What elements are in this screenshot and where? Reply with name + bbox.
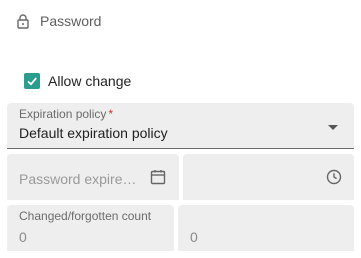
password-section-header: Password <box>16 10 101 32</box>
expiration-policy-select[interactable]: Expiration policy * Default expiration po… <box>7 103 354 149</box>
allow-change-label[interactable]: Allow change <box>48 73 131 89</box>
allow-change-row[interactable]: Allow change <box>24 71 131 91</box>
changed-count-value: 0 <box>19 229 27 245</box>
calendar-icon[interactable] <box>150 169 166 185</box>
expiration-policy-value: Default expiration policy <box>19 125 168 141</box>
required-mark: * <box>108 107 114 121</box>
password-settings-panel: Password Allow change Expiration policy *… <box>0 0 361 258</box>
forgotten-count-field: 0 <box>178 205 354 251</box>
allow-change-checkbox[interactable] <box>24 73 40 89</box>
clock-icon[interactable] <box>326 169 342 185</box>
section-title: Password <box>40 13 102 29</box>
password-expires-time-field[interactable] <box>183 154 354 200</box>
password-expires-date-field[interactable]: Password expires ... <box>7 154 179 200</box>
password-expires-placeholder: Password expires ... <box>19 171 143 187</box>
lock-icon <box>16 13 30 29</box>
expiration-policy-label: Expiration policy * <box>19 107 114 121</box>
forgotten-count-value: 0 <box>190 229 198 245</box>
changed-count-label: Changed/forgotten count <box>19 209 152 223</box>
changed-count-field: Changed/forgotten count 0 <box>7 205 174 251</box>
chevron-down-icon[interactable] <box>328 125 338 130</box>
